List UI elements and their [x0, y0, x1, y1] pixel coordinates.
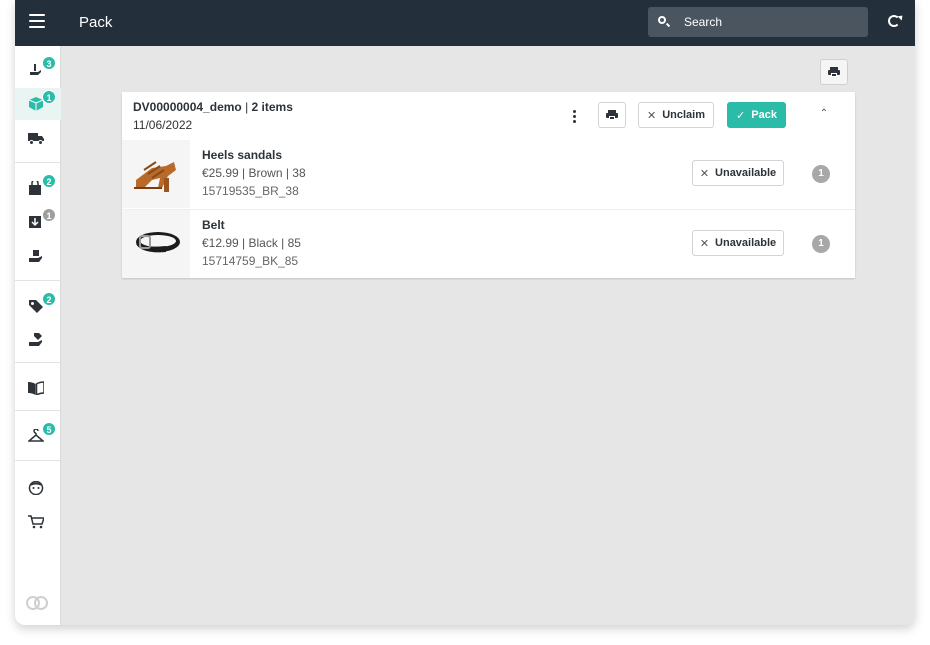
unclaim-label: Unclaim	[662, 109, 705, 121]
sidebar-item-catalog[interactable]	[15, 372, 61, 404]
list-item: Belt €12.99 | Black | 85 15714759_BK_85 …	[122, 209, 855, 278]
sidebar-item-customer[interactable]	[15, 472, 61, 504]
sidebar-item-pack[interactable]: 1	[15, 88, 61, 120]
order-id: DV00000004_demo	[133, 100, 242, 114]
order-card: DV00000004_demo | 2 items 11/06/2022 ✕ U…	[122, 92, 855, 278]
print-all-button[interactable]	[820, 59, 848, 85]
unclaim-button[interactable]: ✕ Unclaim	[638, 102, 714, 128]
sidebar-divider	[15, 162, 61, 163]
sidebar-item-collect[interactable]: 2	[15, 172, 61, 204]
badge-count: 2	[42, 174, 56, 188]
sidebar-divider	[15, 280, 61, 281]
book-open-icon	[28, 381, 44, 395]
product-image-belt	[122, 210, 190, 278]
order-separator: |	[241, 100, 252, 114]
search-input[interactable]	[684, 13, 854, 31]
quantity-badge: 1	[812, 165, 830, 183]
sidebar: 3 1 2 1 2 5	[15, 46, 61, 625]
print-order-button[interactable]	[598, 102, 626, 128]
sidebar-divider	[15, 362, 61, 363]
cart-icon	[28, 515, 44, 529]
list-item: Heels sandals €25.99 | Brown | 38 157195…	[122, 140, 855, 208]
sidebar-item-receive[interactable]: 1	[15, 206, 61, 238]
face-icon	[28, 481, 44, 495]
sidebar-divider	[15, 410, 61, 411]
unavailable-button[interactable]: ✕ Unavailable	[692, 230, 784, 256]
unavailable-button[interactable]: ✕ Unavailable	[692, 160, 784, 186]
printer-icon	[606, 110, 618, 120]
search-box[interactable]	[648, 7, 868, 37]
unavailable-label: Unavailable	[715, 167, 777, 179]
unavailable-label: Unavailable	[715, 237, 777, 249]
sidebar-divider	[15, 460, 61, 461]
quantity-badge: 1	[812, 235, 830, 253]
order-items-count: 2 items	[251, 100, 293, 114]
item-meta: €12.99 | Black | 85	[202, 236, 301, 250]
sidebar-item-ship[interactable]	[15, 122, 61, 154]
sidebar-item-cart[interactable]	[15, 506, 61, 538]
close-icon: ✕	[699, 167, 710, 180]
pack-label: Pack	[751, 109, 777, 121]
more-options-icon[interactable]	[568, 109, 580, 125]
pack-button[interactable]: ✓ Pack	[727, 102, 786, 128]
order-date: 11/06/2022	[133, 118, 193, 132]
refresh-icon[interactable]	[888, 15, 900, 27]
app-window: Pack 3 1 2 1	[15, 0, 915, 625]
order-title: DV00000004_demo | 2 items	[133, 100, 293, 114]
item-meta: €25.99 | Brown | 38	[202, 166, 306, 180]
printer-icon	[828, 67, 840, 77]
search-icon	[658, 16, 666, 24]
hand-tag-icon	[29, 333, 42, 346]
close-icon: ✕	[646, 109, 657, 122]
item-name: Heels sandals	[202, 148, 283, 162]
hand-box-icon	[29, 250, 42, 262]
product-image-heels-sandals	[122, 140, 190, 208]
truck-icon	[28, 133, 44, 145]
page-title: Pack	[79, 14, 113, 31]
badge-count: 1	[42, 208, 56, 222]
sidebar-item-handover[interactable]	[15, 240, 61, 272]
brand-logo	[24, 594, 50, 612]
sidebar-item-promotions[interactable]: 2	[15, 290, 61, 322]
item-sku: 15714759_BK_85	[202, 254, 299, 268]
sidebar-item-clothing[interactable]: 5	[15, 420, 61, 452]
chevron-up-icon[interactable]: ⌃	[818, 108, 830, 120]
badge-count: 1	[42, 90, 56, 104]
top-bar: Pack	[15, 0, 915, 46]
hamburger-menu-icon[interactable]	[29, 14, 45, 28]
badge-count: 2	[42, 292, 56, 306]
item-name: Belt	[202, 218, 225, 232]
item-sku: 15719535_BR_38	[202, 184, 299, 198]
sidebar-item-pick[interactable]: 3	[15, 54, 61, 86]
check-icon: ✓	[736, 109, 746, 122]
badge-count: 5	[42, 422, 56, 436]
sidebar-item-offers[interactable]	[15, 324, 61, 356]
badge-count: 3	[42, 56, 56, 70]
close-icon: ✕	[699, 237, 710, 250]
